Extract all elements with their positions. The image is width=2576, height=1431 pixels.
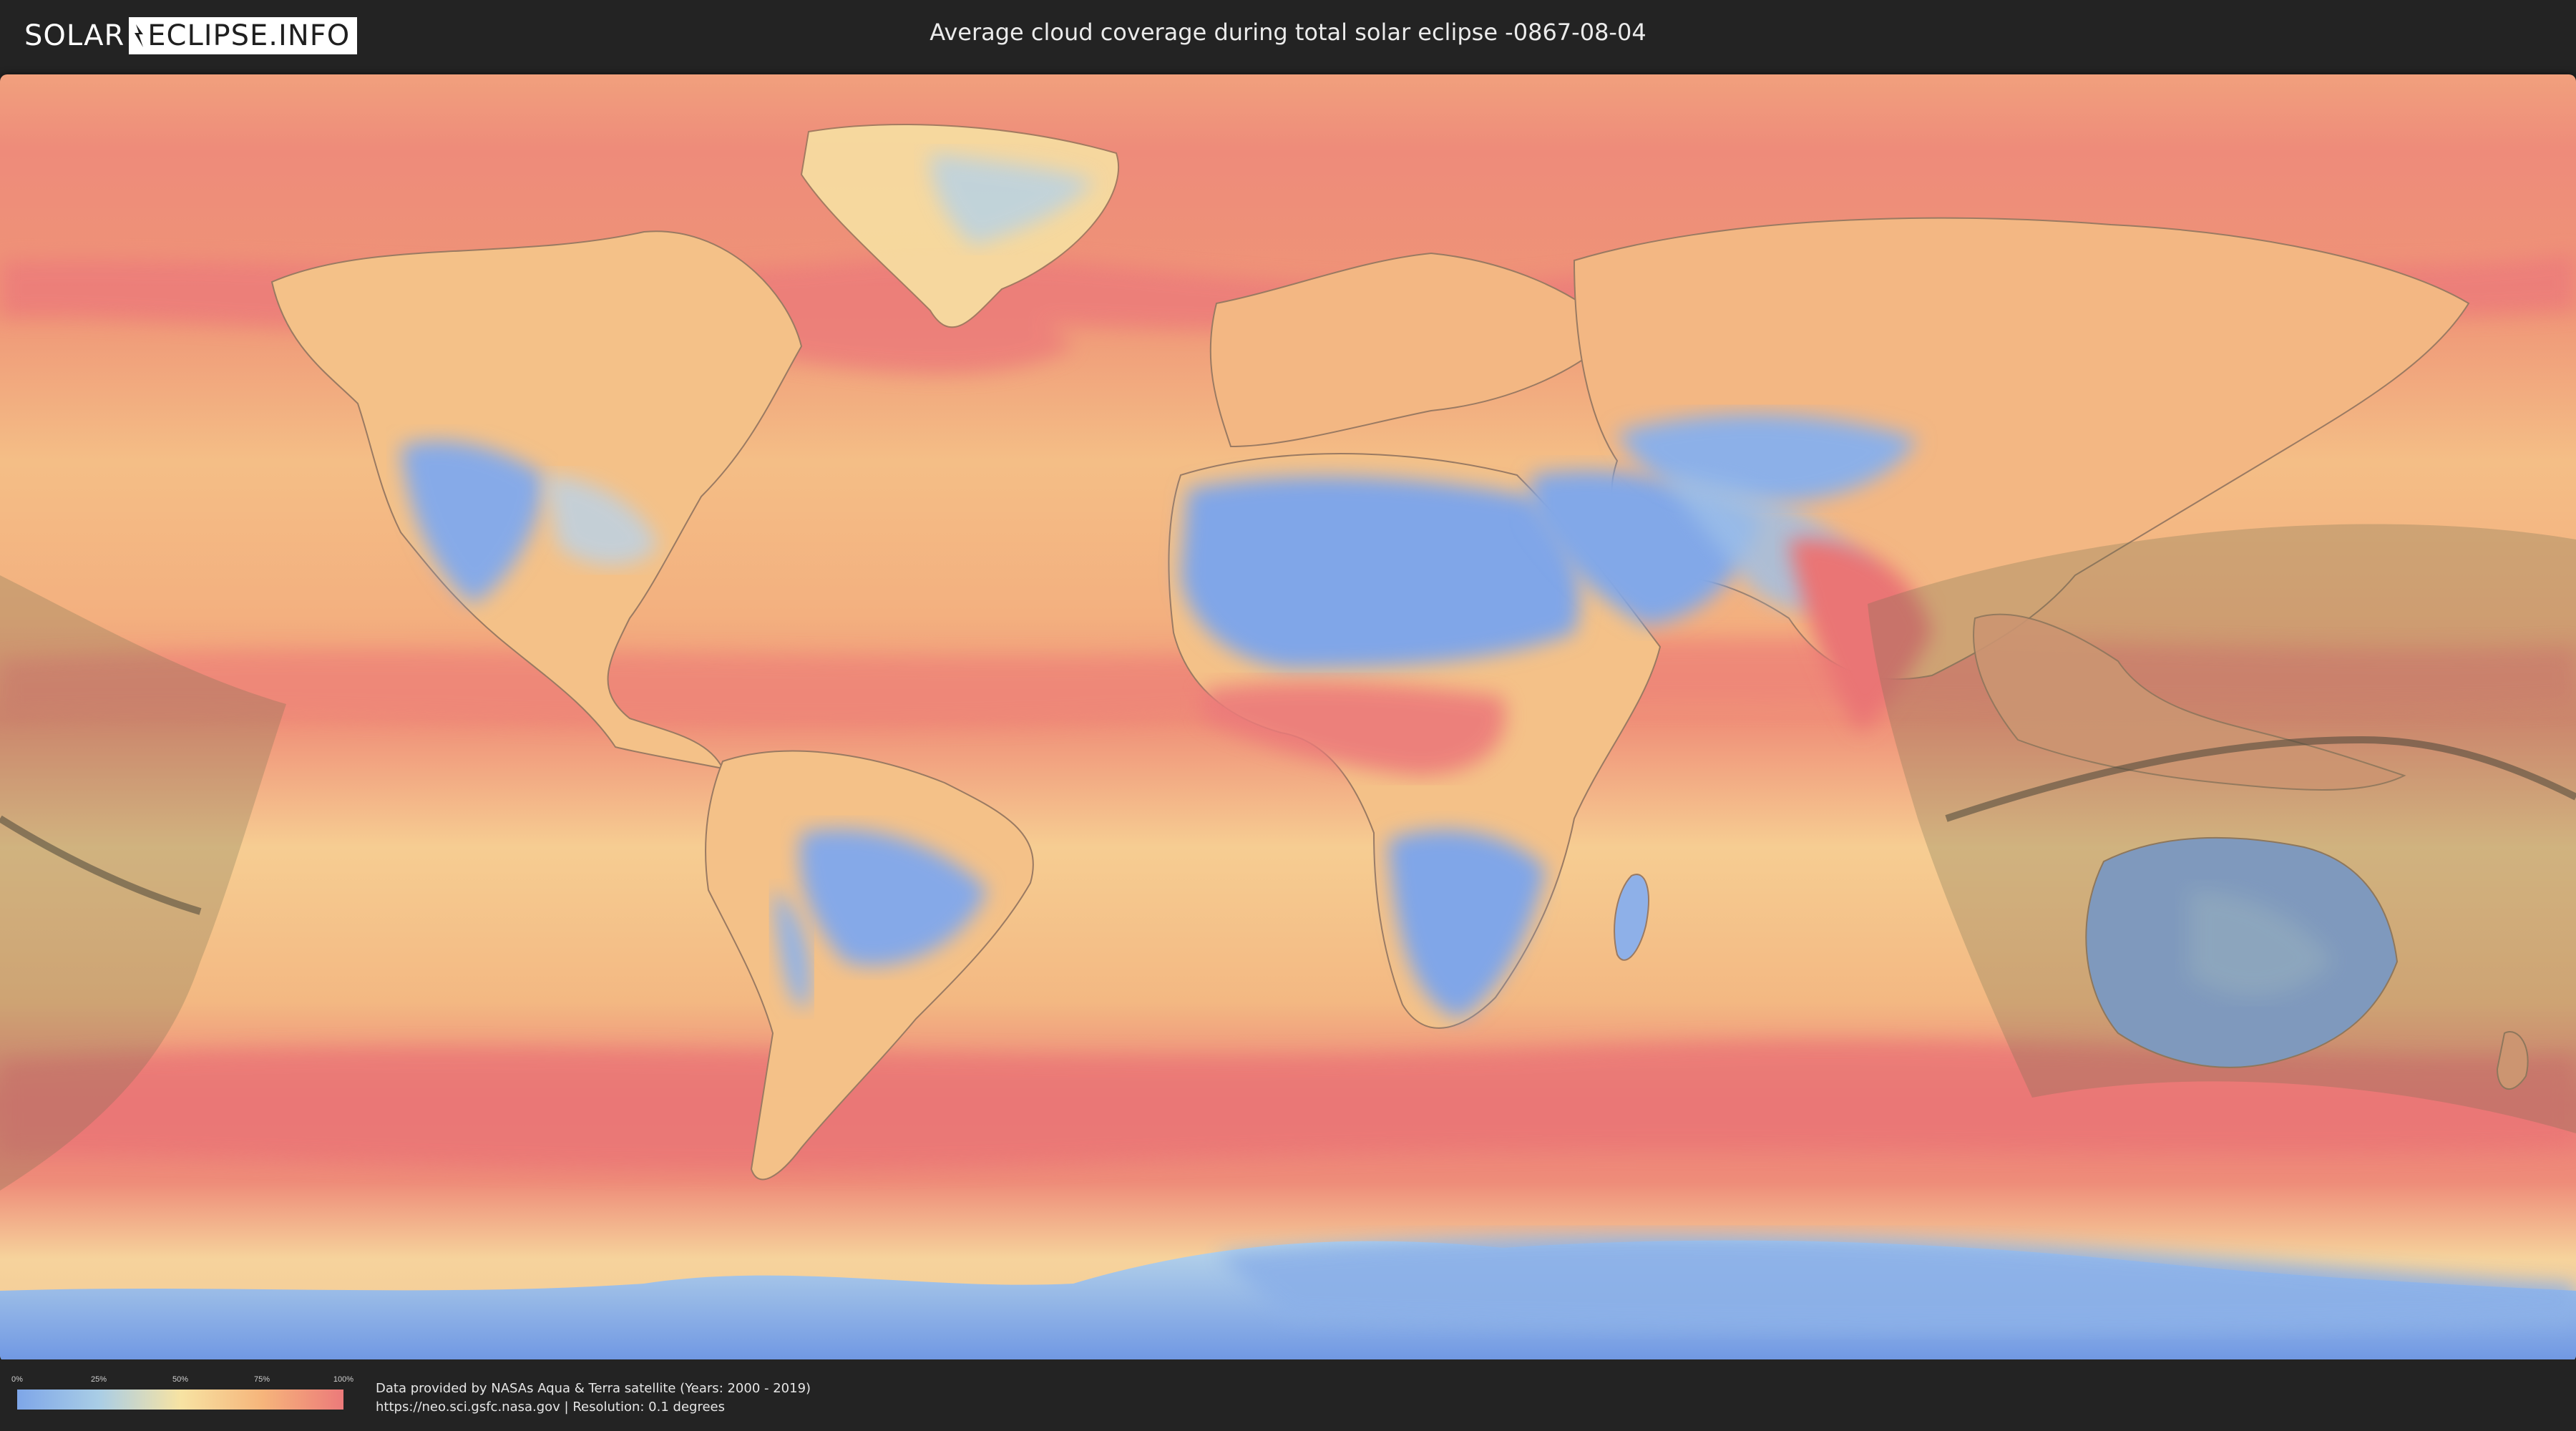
legend-tick-75: 75%	[253, 1375, 270, 1384]
footer: 0% 25% 50% 75% 100% Data provided by NAS…	[0, 1359, 2576, 1431]
legend-tick-100: 100%	[333, 1375, 354, 1384]
legend-color-bar	[17, 1390, 343, 1410]
world-map-svg	[0, 74, 2576, 1362]
credit-line-1: Data provided by NASAs Aqua & Terra sate…	[376, 1381, 811, 1396]
legend-tick-25: 25%	[90, 1375, 107, 1384]
page-title: Average cloud coverage during total sola…	[930, 19, 1646, 46]
cloud-coverage-legend: 0% 25% 50% 75% 100%	[11, 1375, 353, 1410]
data-credits: Data provided by NASAs Aqua & Terra sate…	[376, 1379, 811, 1417]
legend-tick-0: 0%	[11, 1375, 23, 1384]
header: SOLAR ECLIPSE.INFO Average cloud coverag…	[0, 0, 2576, 72]
credit-line-2: https://neo.sci.gsfc.nasa.gov | Resoluti…	[376, 1400, 725, 1415]
legend-tick-50: 50%	[172, 1375, 189, 1384]
sahara-clear	[1181, 476, 1580, 668]
legend-ticks: 0% 25% 50% 75% 100%	[11, 1375, 353, 1387]
cloud-coverage-map[interactable]	[0, 74, 2576, 1362]
